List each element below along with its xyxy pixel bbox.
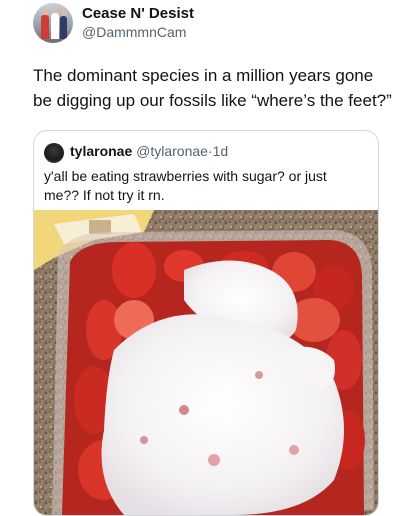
author-display-name[interactable]: Cease N' Desist <box>82 5 194 22</box>
quoted-author-handle: @tylaronae <box>136 143 208 159</box>
avatar-figure <box>41 15 49 39</box>
strawberries-sugar-image <box>34 210 378 515</box>
quoted-author-avatar <box>44 143 64 163</box>
author-avatar[interactable] <box>33 3 73 43</box>
quoted-tweet-text: y'all be eating strawberries with sugar?… <box>44 168 327 203</box>
strawberries-photo[interactable] <box>34 210 378 515</box>
author-handle[interactable]: @DammmnCam <box>82 24 186 40</box>
quoted-tweet-age: 1d <box>212 143 229 159</box>
quoted-tweet-card[interactable]: tylaronae @tylaronae·1d y'all be eating … <box>33 130 379 516</box>
avatar-figure-head <box>52 7 58 13</box>
quoted-tweet-header: tylaronae @tylaronae·1d <box>70 143 228 159</box>
avatar-figure-head <box>61 10 67 16</box>
tweet-header: Cease N' Desist @DammmnCam <box>33 3 393 43</box>
quoted-author-name: tylaronae <box>70 143 133 159</box>
avatar-figure-head <box>42 9 48 15</box>
tweet-text: The dominant species in a million years … <box>33 66 392 110</box>
avatar-figure <box>51 13 59 39</box>
avatar-figure <box>60 16 67 39</box>
